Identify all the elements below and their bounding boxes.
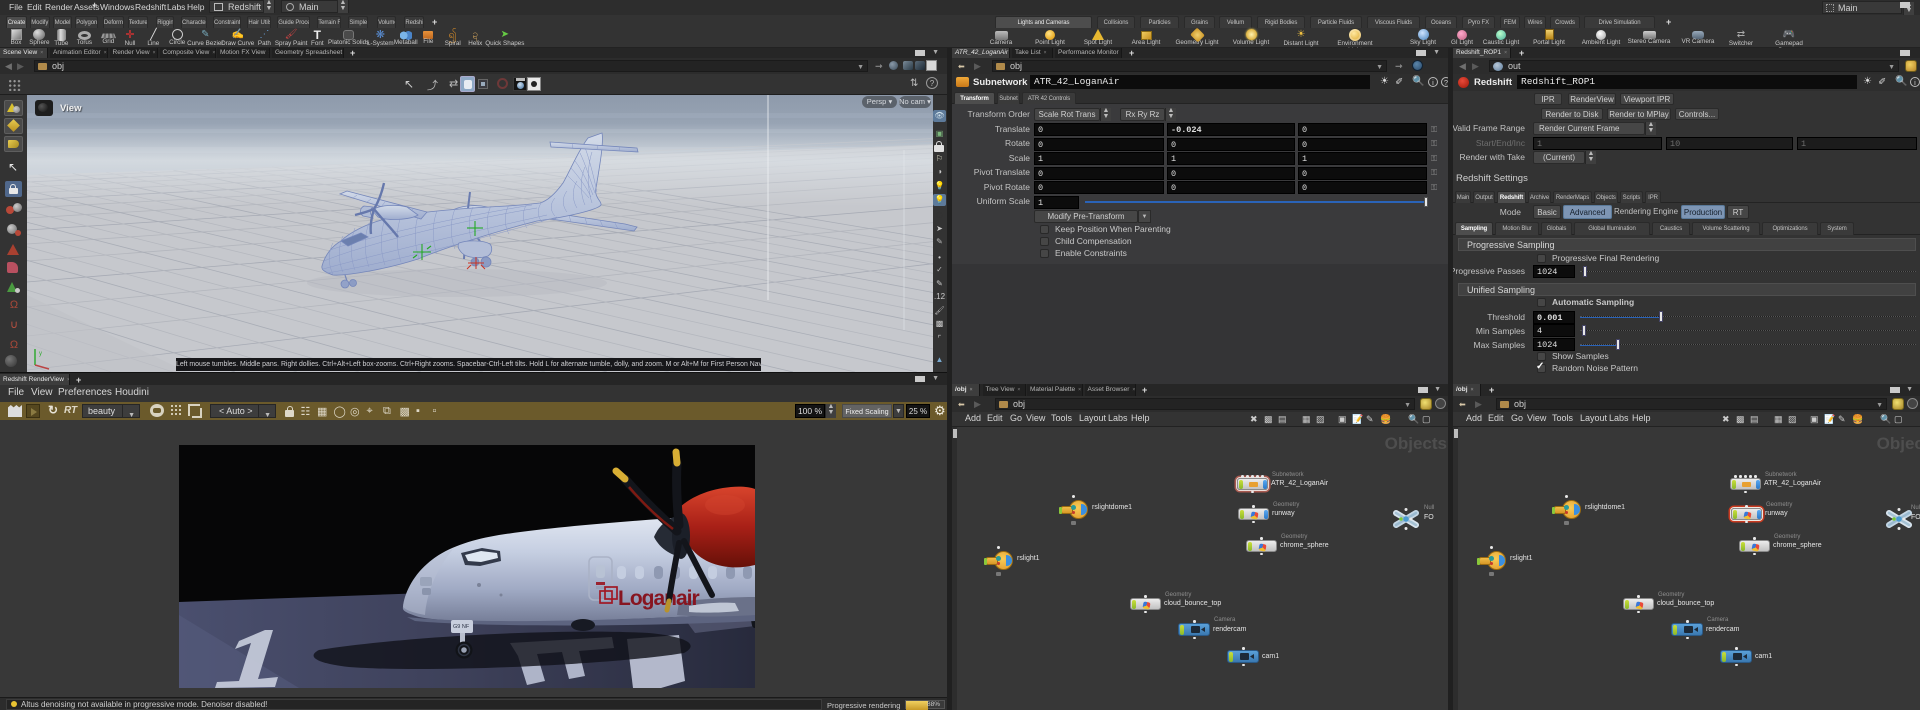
- svg-text:Loganair: Loganair: [618, 587, 700, 610]
- svg-text:y: y: [39, 351, 42, 357]
- svg-text:G9 NF: G9 NF: [453, 624, 470, 630]
